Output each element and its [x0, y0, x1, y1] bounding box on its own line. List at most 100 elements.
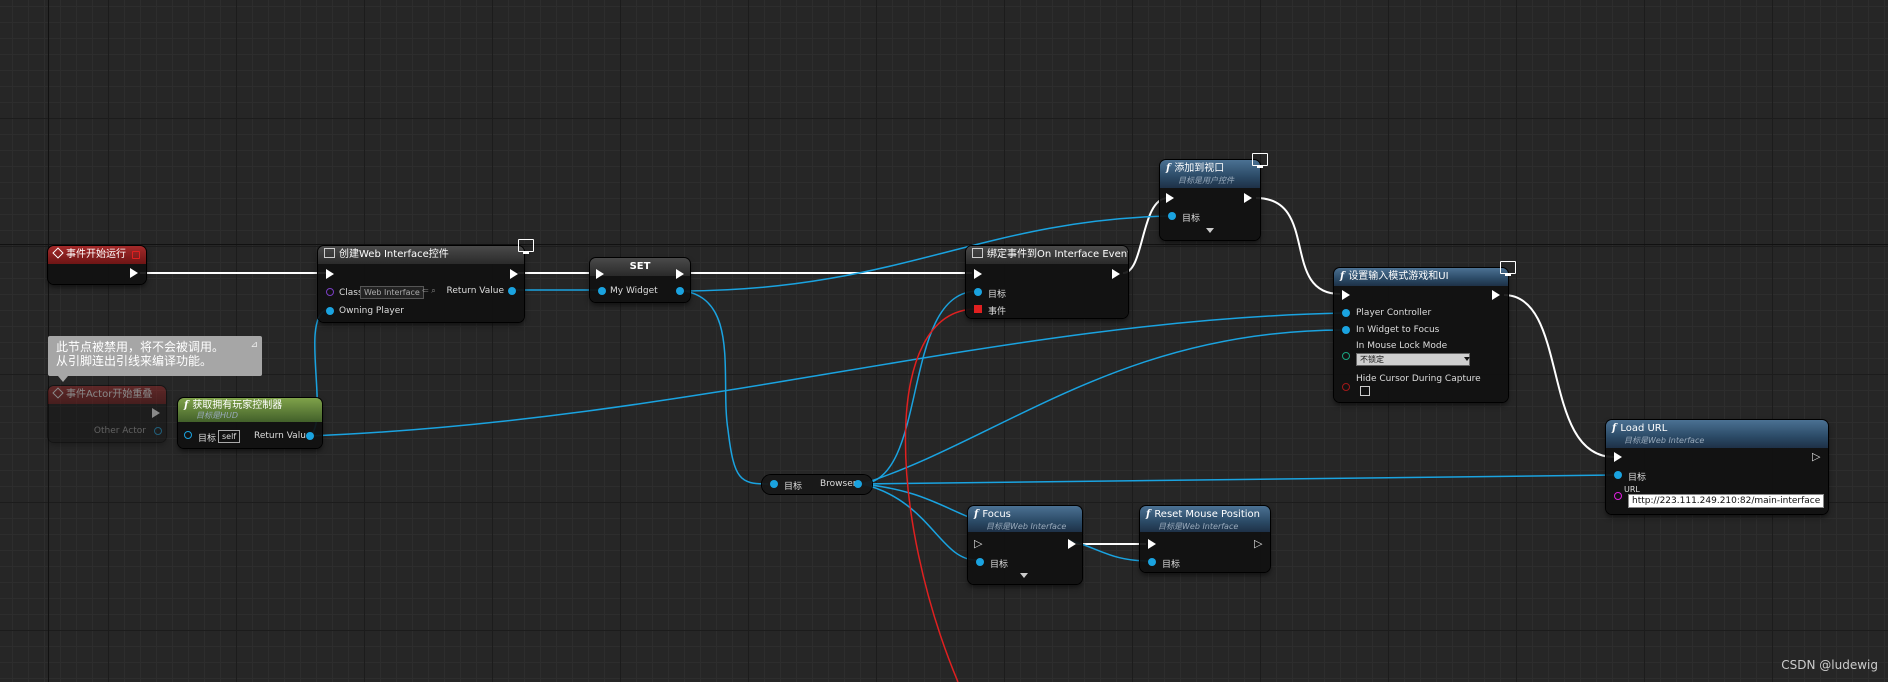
other-actor-label: Other Actor	[93, 426, 146, 436]
mouse-lock-dropdown[interactable]: 不锁定	[1356, 353, 1470, 366]
exec-in-pin[interactable]	[1342, 290, 1350, 300]
mouse-lock-pin[interactable]	[1342, 352, 1350, 360]
hide-cursor-pin[interactable]	[1342, 383, 1350, 391]
player-controller-pin[interactable]	[1342, 309, 1350, 317]
return-value-pin[interactable]	[306, 432, 314, 440]
class-browse-icons[interactable]: ⇐ ⌕	[422, 286, 436, 296]
my-widget-out-pin[interactable]	[676, 287, 684, 295]
exec-out-pin[interactable]	[152, 408, 160, 418]
exec-in-pin[interactable]	[326, 269, 334, 279]
comment-line-1: 此节点被禁用，将不会被调用。	[56, 340, 225, 354]
monitor-icon	[518, 239, 534, 254]
node-title: SET	[629, 261, 651, 272]
url-label: URL	[1624, 485, 1640, 494]
target-pin[interactable]	[1614, 471, 1622, 479]
node-subtitle: 目标是Web Interface	[1624, 436, 1705, 445]
event-delegate-pin[interactable]	[974, 305, 982, 313]
node-reset-mouse[interactable]: f Reset Mouse Position 目标是Web Interface ▷…	[1140, 506, 1270, 572]
function-icon: f	[1146, 509, 1151, 520]
target-pin[interactable]	[976, 558, 984, 566]
target-label: 目标	[1162, 560, 1181, 570]
node-add-to-viewport[interactable]: f 添加到视口 目标是用户控件 目标	[1160, 160, 1260, 240]
widget-icon	[324, 248, 335, 258]
wire-browser-widgetfocus	[861, 329, 1345, 485]
target-label: 目标	[1182, 214, 1201, 224]
target-pin[interactable]	[1168, 212, 1176, 220]
exec-out-hollow-icon[interactable]: ▷	[1812, 450, 1820, 463]
event-diamond-icon	[52, 247, 64, 259]
exec-out-pin[interactable]	[1244, 193, 1252, 203]
node-load-url[interactable]: f Load URL 目标是Web Interface ▷ 目标 URL http…	[1606, 420, 1828, 514]
return-value-label: Return Value	[254, 431, 312, 441]
browser-pin[interactable]	[854, 480, 862, 488]
widget-focus-pin[interactable]	[1342, 326, 1350, 334]
comment-line-2: 从引脚连出引线来编译功能。	[56, 354, 213, 368]
expand-arrow-icon[interactable]	[1206, 228, 1214, 233]
node-focus[interactable]: f Focus 目标是Web Interface ▷ 目标	[968, 506, 1082, 584]
wire-browser-bind	[861, 290, 979, 485]
target-pin[interactable]	[974, 288, 982, 296]
target-label: 目标	[1628, 473, 1647, 483]
chevron-down-icon	[1464, 357, 1470, 361]
exec-out-pin[interactable]	[1112, 269, 1120, 279]
exec-out-pin[interactable]	[130, 268, 138, 278]
widget-focus-label: In Widget to Focus	[1356, 325, 1440, 335]
node-event-actor-overlap[interactable]: 事件Actor开始重叠 Other Actor	[48, 386, 166, 442]
target-pin[interactable]	[770, 480, 778, 488]
node-get-owning-player[interactable]: f 获取拥有玩家控制器 目标是HUD 目标 self Return Value	[178, 398, 322, 448]
exec-in-pin[interactable]	[974, 269, 982, 279]
wires-layer	[140, 197, 1615, 682]
node-subtitle: 目标是Web Interface	[1158, 522, 1239, 531]
return-value-label: Return Value	[446, 286, 504, 296]
exec-out-pin[interactable]	[1068, 539, 1076, 549]
other-actor-pin[interactable]	[154, 427, 162, 435]
exec-in-pin[interactable]	[1166, 193, 1174, 203]
target-pin[interactable]	[1148, 558, 1156, 566]
exec-out-pin[interactable]	[676, 269, 684, 279]
pin-icon[interactable]: ⊿	[250, 338, 258, 352]
function-icon: f	[1166, 163, 1171, 174]
class-pin[interactable]	[326, 288, 334, 296]
target-pin[interactable]	[184, 431, 192, 439]
node-browser-getter[interactable]: 目标 Browser	[762, 475, 872, 494]
function-icon: f	[1612, 423, 1617, 434]
monitor-icon	[1500, 261, 1516, 276]
node-header: f Load URL 目标是Web Interface	[1606, 420, 1828, 448]
my-widget-label: My Widget	[610, 286, 658, 296]
mouse-lock-label: In Mouse Lock Mode	[1356, 341, 1448, 351]
owning-player-pin[interactable]	[326, 307, 334, 315]
node-set-input-mode[interactable]: f 设置输入模式游戏和UI Player Controller In Widget…	[1334, 268, 1508, 402]
event-diamond-icon	[52, 387, 64, 399]
exec-in-pin[interactable]	[596, 269, 604, 279]
monitor-icon	[1252, 153, 1268, 168]
node-event-begin-play[interactable]: 事件开始运行	[48, 246, 146, 284]
exec-out-pin[interactable]	[1492, 290, 1500, 300]
node-header: f Reset Mouse Position 目标是Web Interface	[1140, 506, 1270, 532]
node-title: 事件Actor开始重叠	[66, 389, 153, 400]
expand-arrow-icon[interactable]	[1020, 573, 1028, 578]
node-create-widget[interactable]: 创建Web Interface控件 Class Web Interface ⇐ …	[318, 246, 524, 322]
hide-cursor-checkbox[interactable]	[1360, 386, 1370, 396]
node-header: f Focus 目标是Web Interface	[968, 506, 1082, 532]
return-value-pin[interactable]	[508, 287, 516, 295]
exec-out-pin[interactable]	[510, 269, 518, 279]
url-pin[interactable]	[1614, 492, 1622, 500]
node-bind-event[interactable]: 绑定事件到On Interface Event 目标 事件	[966, 246, 1128, 318]
class-dropdown[interactable]: Web Interface	[360, 286, 424, 299]
delegate-output-pin[interactable]	[132, 251, 140, 259]
target-label: 目标	[988, 290, 1007, 300]
exec-in-pin[interactable]	[1148, 539, 1156, 549]
widget-icon	[972, 248, 983, 258]
exec-out-hollow-icon[interactable]: ▷	[1254, 537, 1262, 550]
my-widget-in-pin[interactable]	[598, 287, 606, 295]
exec-in-pin[interactable]	[1614, 452, 1622, 462]
function-icon: f	[1340, 271, 1345, 282]
node-header: SET	[590, 258, 690, 276]
node-set-variable[interactable]: SET My Widget	[590, 258, 690, 302]
function-icon: f	[974, 509, 979, 520]
self-field[interactable]: self	[218, 430, 241, 443]
url-input[interactable]: http://223.111.249.210:82/main-interface	[1628, 494, 1825, 508]
node-title: 添加到视口	[1174, 163, 1225, 174]
node-subtitle: 目标是HUD	[196, 411, 239, 420]
player-controller-label: Player Controller	[1356, 308, 1432, 318]
